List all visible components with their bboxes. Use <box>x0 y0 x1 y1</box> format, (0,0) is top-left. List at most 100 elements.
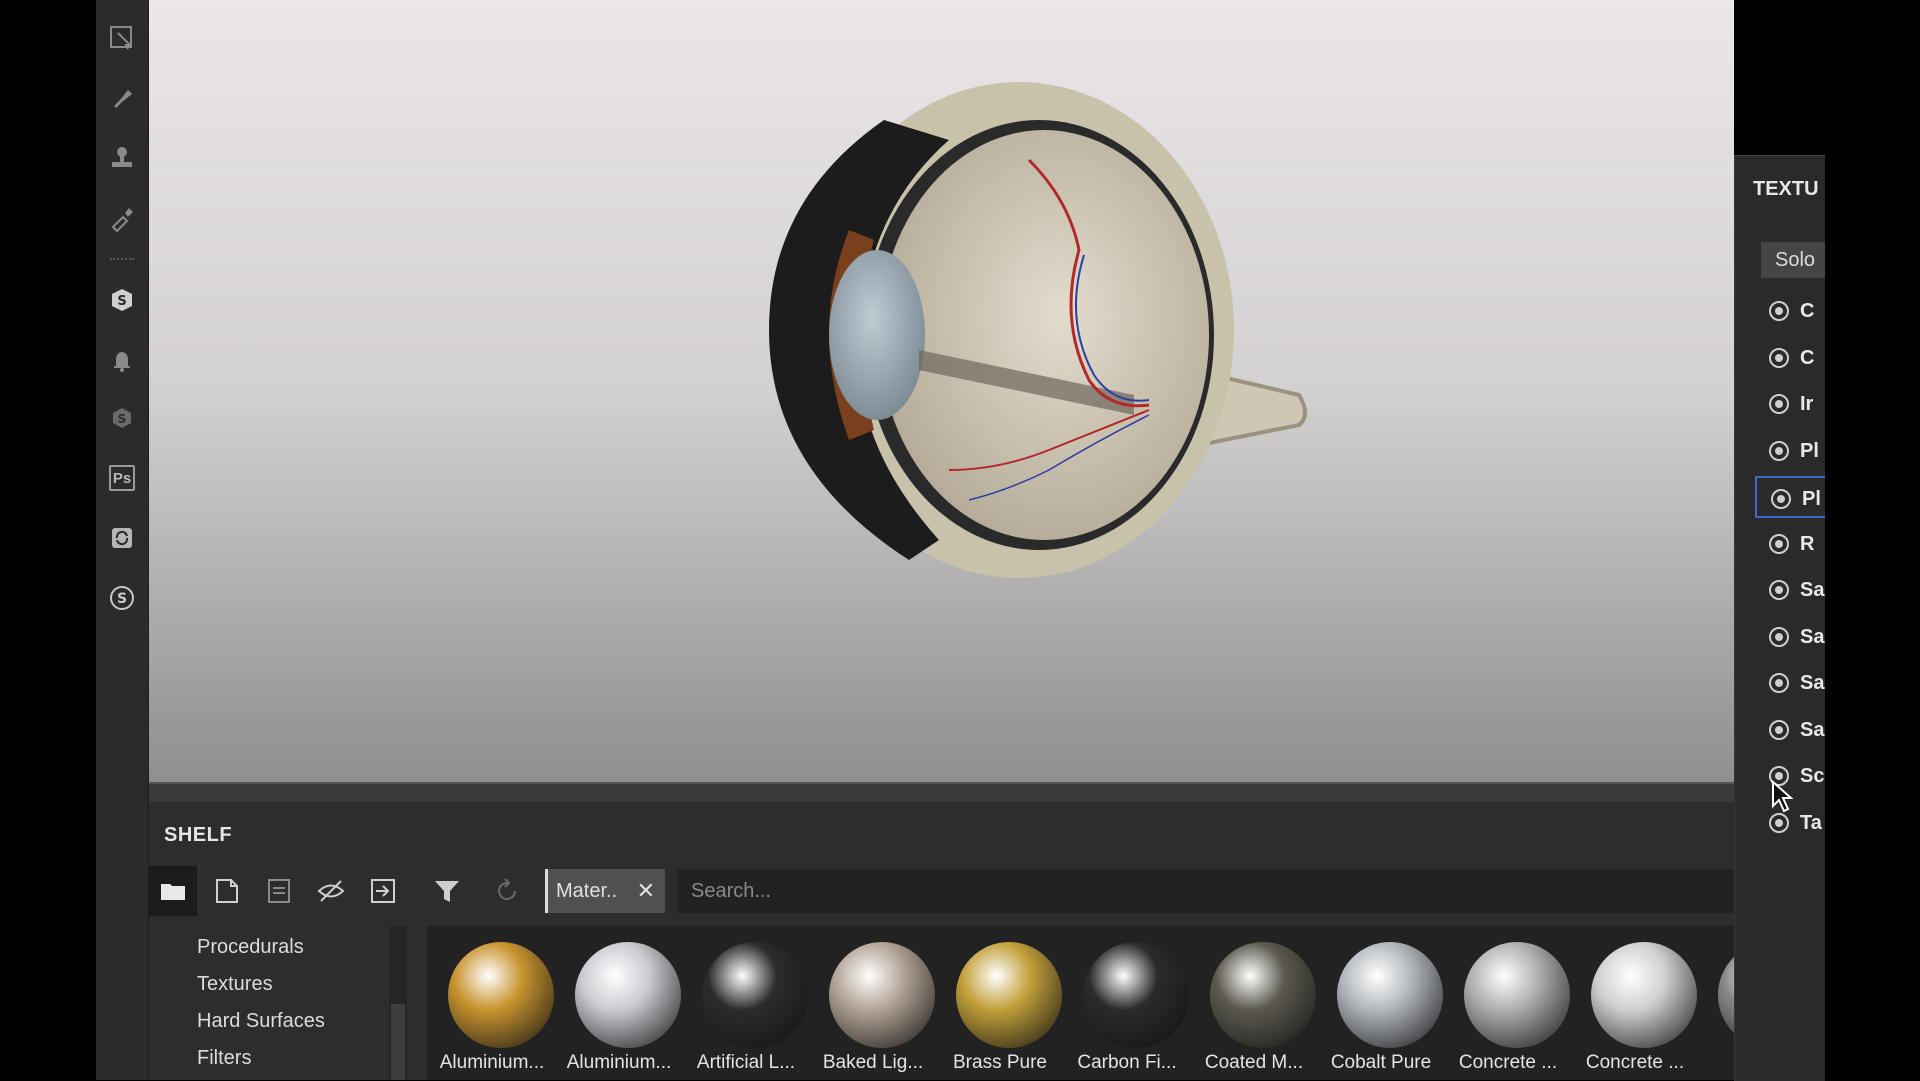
import-button[interactable] <box>359 866 407 916</box>
texture-set-name: Pl <box>1800 439 1819 462</box>
textures-panel: TEXTU Solo C C Ir Pl Pl R Sa Sa Sa Sa Sc Ta <box>1734 155 1825 1081</box>
texture-set-radio[interactable] <box>1769 440 1789 461</box>
material-tile[interactable]: Aluminium... <box>554 926 681 1080</box>
search-input[interactable] <box>677 869 1734 913</box>
category-item[interactable]: Filters <box>197 1047 251 1070</box>
category-item[interactable]: Textures <box>197 973 273 996</box>
notification-bell-icon[interactable] <box>96 338 148 382</box>
substance-logo-icon[interactable]: S <box>96 576 148 620</box>
shelf-panel: SHELF Mater.. ✕ Procedurals Textures Har… <box>149 802 1734 1080</box>
texture-set-radio[interactable] <box>1769 580 1789 600</box>
texture-set-name: Sa <box>1800 579 1825 601</box>
photoshop-icon[interactable]: Ps <box>96 456 148 500</box>
texture-set-name: R <box>1800 532 1815 555</box>
material-preview-sphere <box>1210 942 1316 1048</box>
texture-set-name: Sa <box>1800 718 1825 741</box>
category-list: Procedurals Textures Hard Surfaces Filte… <box>149 926 389 1080</box>
select-tool-icon[interactable] <box>96 16 148 60</box>
texture-set-radio[interactable] <box>1769 301 1789 321</box>
material-tile[interactable]: Brass Pure <box>935 926 1062 1080</box>
material-tile[interactable]: Carbon Fi... <box>1062 926 1189 1080</box>
texture-set-radio[interactable] <box>1769 533 1789 554</box>
category-item[interactable]: Procedurals <box>197 936 304 959</box>
material-preview-sphere <box>956 942 1062 1048</box>
texture-set-radio[interactable] <box>1769 673 1789 693</box>
eyedropper-icon[interactable] <box>96 196 148 240</box>
material-label: Concrete ... <box>1585 1052 1685 1073</box>
material-preview-sphere <box>1718 942 1734 1048</box>
material-preview-sphere <box>1337 942 1443 1048</box>
texture-set-name: Sa <box>1800 625 1825 648</box>
eye-hidden-icon <box>317 880 345 902</box>
texture-set-radio[interactable] <box>1769 394 1789 414</box>
texture-set-row[interactable]: R <box>1755 523 1825 565</box>
texture-set-row[interactable]: Sa <box>1755 616 1825 658</box>
hide-button[interactable] <box>307 866 355 916</box>
texture-set-row[interactable]: Sa <box>1755 662 1825 704</box>
svg-text:S: S <box>117 294 126 309</box>
substance-share-icon[interactable]: S <box>96 278 148 322</box>
eye-model[interactable] <box>149 0 1734 782</box>
material-preview-sphere <box>448 942 554 1048</box>
substance-source-icon[interactable]: S <box>96 396 148 440</box>
texture-set-radio[interactable] <box>1769 719 1789 740</box>
texture-set-name: C <box>1800 346 1815 369</box>
material-tile[interactable]: Artificial L... <box>681 926 808 1080</box>
active-filter-chip[interactable]: Mater.. ✕ <box>545 869 665 913</box>
viewport-divider[interactable] <box>149 782 1734 804</box>
texture-set-radio[interactable] <box>1769 347 1789 368</box>
3d-viewport[interactable] <box>149 0 1734 782</box>
texture-set-row[interactable]: Pl <box>1755 476 1825 518</box>
material-tile[interactable]: Concrete ... <box>1443 926 1570 1080</box>
letterbox-right <box>1824 0 1920 1080</box>
import-icon <box>371 879 395 903</box>
texture-set-name: Ir <box>1800 393 1814 415</box>
svg-text:S: S <box>117 591 127 607</box>
material-label: Coated M... <box>1204 1052 1304 1073</box>
material-tile[interactable]: Cobalt Pure <box>1316 926 1443 1080</box>
texture-set-radio[interactable] <box>1769 626 1789 647</box>
texture-set-row[interactable]: Sa <box>1755 569 1825 611</box>
reset-button[interactable] <box>483 866 531 916</box>
smudge-brush-icon[interactable] <box>96 76 148 120</box>
category-scrollbar-thumb[interactable] <box>391 1004 405 1080</box>
texture-set-radio[interactable] <box>1771 489 1791 509</box>
folder-button[interactable] <box>149 866 197 916</box>
category-item[interactable]: Hard Surfaces <box>197 1010 325 1033</box>
material-label: Con <box>1697 1052 1734 1074</box>
material-label: Aluminium... <box>566 1052 672 1073</box>
texture-set-row[interactable]: C <box>1755 337 1825 379</box>
close-icon[interactable]: ✕ <box>637 878 655 904</box>
left-toolbar: S S Ps S <box>96 0 149 1080</box>
material-tile[interactable]: Concrete ... <box>1570 926 1697 1080</box>
texture-set-row[interactable]: Pl <box>1755 430 1825 472</box>
material-tile[interactable]: Aluminium... <box>427 926 554 1080</box>
material-preview-sphere <box>1083 942 1189 1048</box>
clone-stamp-icon[interactable] <box>96 136 148 180</box>
textures-panel-title: TEXTU <box>1753 178 1819 200</box>
new-item-button[interactable] <box>203 866 251 916</box>
material-label: Concrete ... <box>1458 1052 1558 1073</box>
save-preset-button[interactable] <box>255 866 303 916</box>
refresh-icon <box>498 878 516 900</box>
new-file-icon <box>216 879 238 903</box>
material-preview-sphere <box>702 942 808 1048</box>
mouse-cursor-icon <box>1772 780 1794 813</box>
solo-button[interactable]: Solo <box>1761 242 1825 278</box>
material-tile[interactable]: Con <box>1697 926 1734 1080</box>
material-tile[interactable]: Baked Lig... <box>808 926 935 1080</box>
folder-icon <box>161 884 185 900</box>
material-label: Baked Lig... <box>822 1052 924 1073</box>
material-preview-sphere <box>1464 942 1570 1048</box>
filter-button[interactable] <box>423 866 471 916</box>
texture-set-row[interactable]: C <box>1755 290 1825 332</box>
texture-set-radio[interactable] <box>1769 812 1789 833</box>
filter-icon <box>435 881 459 902</box>
material-label: Artificial L... <box>696 1052 796 1073</box>
material-tile[interactable]: Coated M... <box>1189 926 1316 1080</box>
material-gallery: Aluminium... Aluminium... Artificial L... B… <box>427 926 1734 1080</box>
texture-set-row[interactable]: Ir <box>1755 383 1825 425</box>
texture-set-row[interactable]: Sa <box>1755 709 1825 751</box>
sync-icon[interactable] <box>96 516 148 560</box>
material-label: Carbon Fi... <box>1077 1052 1177 1073</box>
